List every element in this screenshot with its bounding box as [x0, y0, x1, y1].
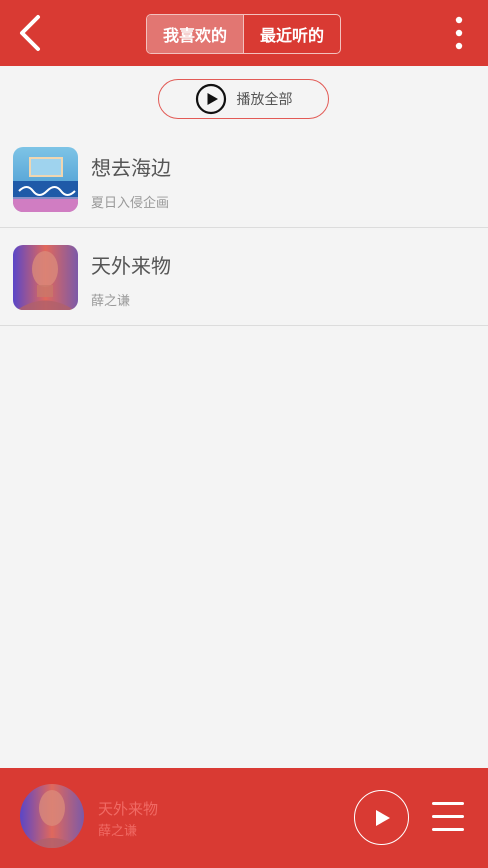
tab-switcher: 我喜欢的 最近听的 [146, 14, 341, 54]
song-artist: 薛之谦 [91, 294, 131, 309]
play-all-button[interactable]: 播放全部 [158, 79, 329, 119]
tab-recent[interactable]: 最近听的 [243, 15, 340, 53]
more-vertical-icon [455, 16, 463, 50]
mini-player: 天外来物 薛之谦 [0, 768, 488, 868]
play-icon [375, 809, 390, 826]
now-playing-cover[interactable] [20, 784, 84, 848]
song-title: 天外来物 [91, 254, 171, 278]
song-list: 想去海边 夏日入侵企画 天外来物 薛之谦 [0, 130, 488, 326]
tab-favorites[interactable]: 我喜欢的 [147, 15, 243, 53]
song-title: 想去海边 [91, 156, 171, 180]
play-circle-icon [195, 83, 226, 115]
now-playing-title: 天外来物 [98, 800, 159, 818]
playlist-menu-button[interactable] [432, 802, 464, 832]
now-playing-artist: 薛之谦 [98, 824, 138, 839]
back-button[interactable] [10, 12, 50, 54]
play-button[interactable] [354, 790, 409, 845]
album-cover [13, 147, 78, 212]
play-all-label: 播放全部 [236, 92, 293, 108]
album-cover [13, 245, 78, 310]
song-item[interactable]: 想去海边 夏日入侵企画 [0, 130, 488, 228]
song-artist: 夏日入侵企画 [91, 196, 170, 211]
chevron-left-icon [20, 15, 40, 51]
song-item[interactable]: 天外来物 薛之谦 [0, 228, 488, 326]
more-button[interactable] [444, 12, 474, 54]
top-bar: 我喜欢的 最近听的 [0, 0, 488, 66]
